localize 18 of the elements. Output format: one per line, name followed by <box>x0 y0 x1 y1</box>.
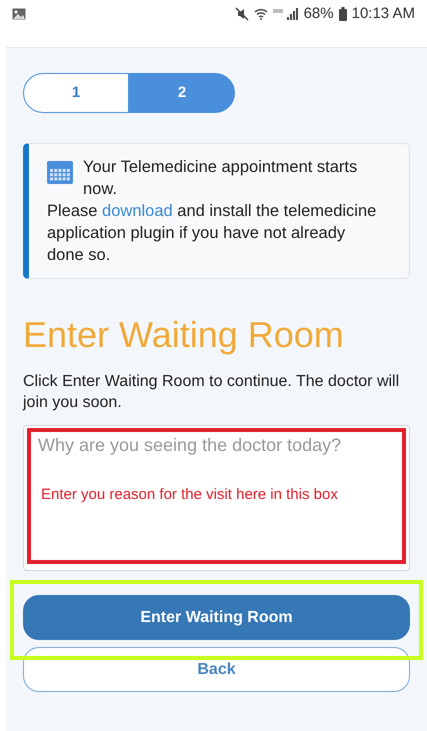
page-heading: Enter Waiting Room <box>23 313 345 357</box>
step-tab[interactable]: 1 <box>23 73 129 113</box>
battery-icon <box>338 7 347 21</box>
battery-percent: 68% <box>304 4 334 24</box>
image-icon <box>12 8 26 20</box>
download-link[interactable]: download <box>102 202 173 220</box>
wifi-icon <box>254 7 268 21</box>
back-button[interactable]: Back <box>23 647 410 692</box>
step-tab[interactable]: 2 <box>129 73 235 113</box>
instructions-text: Click Enter Waiting Room to continue. The doctor will join you soon. <box>23 372 400 413</box>
mute-icon <box>234 7 249 21</box>
annotation-text: Enter you reason for the visit here in this box <box>41 485 338 505</box>
signal-icon <box>272 7 299 21</box>
enter-waiting-room-button[interactable]: Enter Waiting Room <box>23 595 410 640</box>
notice-text: Please download and install the telemedicine application plugin if you have not already done so. <box>47 201 378 266</box>
clock: 10:13 AM <box>352 4 415 24</box>
notice-title: Your Telemedicine appointment starts now. <box>83 157 358 200</box>
calendar-icon <box>47 158 73 184</box>
